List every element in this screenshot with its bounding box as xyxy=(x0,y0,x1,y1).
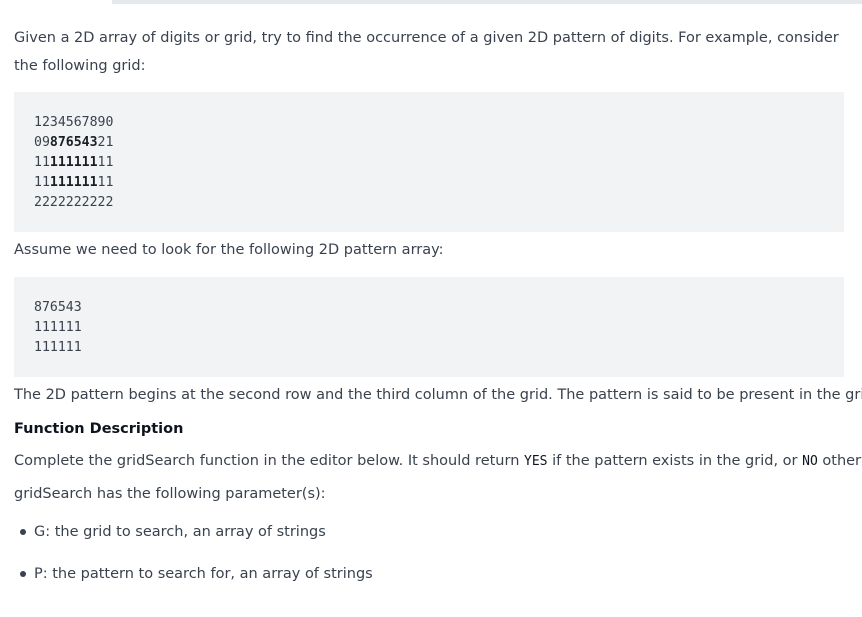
bullet-dot-icon xyxy=(20,571,26,577)
pattern-row: 111111 xyxy=(34,320,82,335)
grid-row: 1234567890 xyxy=(34,115,114,130)
pattern-example-code-block: 876543 111111 111111 xyxy=(14,277,844,377)
grid-row: 1111111111 xyxy=(34,175,114,190)
pattern-row: 876543 xyxy=(34,300,82,315)
grid-match-highlight: 111111 xyxy=(49,155,98,170)
grid-row: 0987654321 xyxy=(34,135,114,150)
intro-paragraph: Given a 2D array of digits or grid, try … xyxy=(14,30,839,74)
function-description-heading: Function Description xyxy=(14,421,184,437)
grid-row: 2222222222 xyxy=(34,195,114,210)
assume-paragraph: Assume we need to look for the following… xyxy=(14,242,444,258)
grid-match-highlight: 876543 xyxy=(49,135,98,150)
complete-paragraph: Complete the gridSearch function in the … xyxy=(14,453,862,469)
pattern-row: 111111 xyxy=(34,340,82,355)
grid-row: 1111111111 xyxy=(34,155,114,170)
no-inline-code: NO xyxy=(802,454,818,469)
summary-paragraph: The 2D pattern begins at the second row … xyxy=(14,387,862,403)
bullet-dot-icon xyxy=(20,529,26,535)
parameters-intro: gridSearch has the following parameter(s… xyxy=(14,486,326,502)
top-divider-bar xyxy=(112,0,862,4)
grid-example-code-block: 1234567890 0987654321 1111111111 1111111… xyxy=(14,92,844,232)
yes-inline-code: YES xyxy=(524,454,548,469)
grid-match-highlight: 111111 xyxy=(49,175,98,190)
